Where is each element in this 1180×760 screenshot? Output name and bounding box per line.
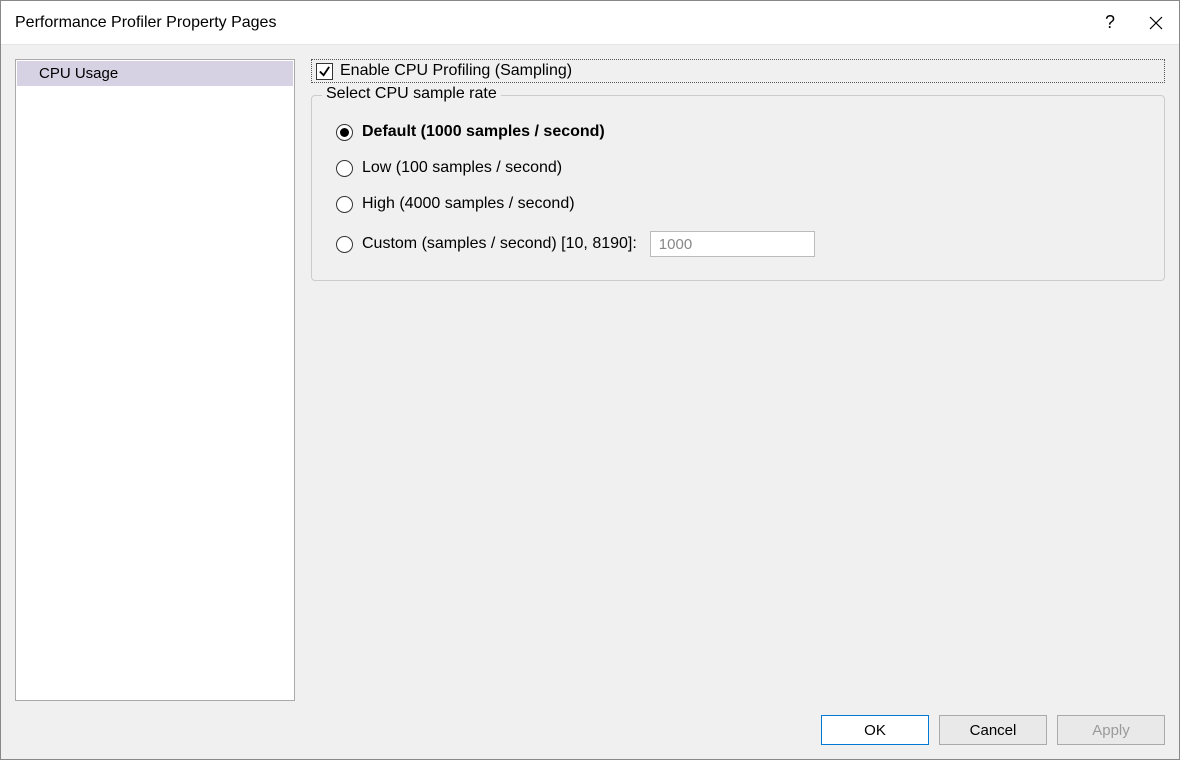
apply-button-label: Apply bbox=[1092, 722, 1130, 739]
enable-cpu-profiling-label: Enable CPU Profiling (Sampling) bbox=[340, 62, 572, 80]
help-button[interactable]: ? bbox=[1087, 1, 1133, 45]
radio-row-high[interactable]: High (4000 samples / second) bbox=[330, 186, 1146, 222]
radio-label-high: High (4000 samples / second) bbox=[362, 195, 575, 213]
radio-label-default: Default (1000 samples / second) bbox=[362, 123, 605, 141]
radio-row-low[interactable]: Low (100 samples / second) bbox=[330, 150, 1146, 186]
sidebar-item-cpu-usage[interactable]: CPU Usage bbox=[17, 61, 293, 86]
cancel-button-label: Cancel bbox=[970, 722, 1017, 739]
custom-sample-rate-input[interactable] bbox=[650, 231, 815, 257]
radio-custom[interactable] bbox=[336, 236, 353, 253]
groupbox-legend: Select CPU sample rate bbox=[322, 85, 501, 103]
sidebar-item-label: CPU Usage bbox=[39, 65, 118, 82]
window-title: Performance Profiler Property Pages bbox=[15, 14, 1087, 32]
sample-rate-groupbox: Select CPU sample rate Default (1000 sam… bbox=[311, 95, 1165, 281]
client-area: CPU Usage Enable CPU Profiling (Sampling… bbox=[1, 45, 1179, 759]
titlebar: Performance Profiler Property Pages ? bbox=[1, 1, 1179, 45]
radio-low[interactable] bbox=[336, 160, 353, 177]
enable-cpu-profiling-checkbox[interactable] bbox=[316, 63, 333, 80]
main-row: CPU Usage Enable CPU Profiling (Sampling… bbox=[15, 59, 1165, 701]
dialog-window: Performance Profiler Property Pages ? CP… bbox=[0, 0, 1180, 760]
radio-row-custom[interactable]: Custom (samples / second) [10, 8190]: bbox=[330, 222, 1146, 266]
radio-high[interactable] bbox=[336, 196, 353, 213]
close-button[interactable] bbox=[1133, 1, 1179, 45]
apply-button[interactable]: Apply bbox=[1057, 715, 1165, 745]
ok-button[interactable]: OK bbox=[821, 715, 929, 745]
category-sidebar: CPU Usage bbox=[15, 59, 295, 701]
ok-button-label: OK bbox=[864, 722, 886, 739]
enable-cpu-profiling-row[interactable]: Enable CPU Profiling (Sampling) bbox=[311, 59, 1165, 83]
radio-default[interactable] bbox=[336, 124, 353, 141]
checkmark-icon bbox=[318, 65, 331, 78]
radio-row-default[interactable]: Default (1000 samples / second) bbox=[330, 114, 1146, 150]
content-panel: Enable CPU Profiling (Sampling) Select C… bbox=[311, 59, 1165, 701]
radio-label-custom: Custom (samples / second) [10, 8190]: bbox=[362, 235, 637, 253]
close-icon bbox=[1149, 16, 1163, 30]
cancel-button[interactable]: Cancel bbox=[939, 715, 1047, 745]
radio-label-low: Low (100 samples / second) bbox=[362, 159, 562, 177]
dialog-button-row: OK Cancel Apply bbox=[15, 701, 1165, 745]
